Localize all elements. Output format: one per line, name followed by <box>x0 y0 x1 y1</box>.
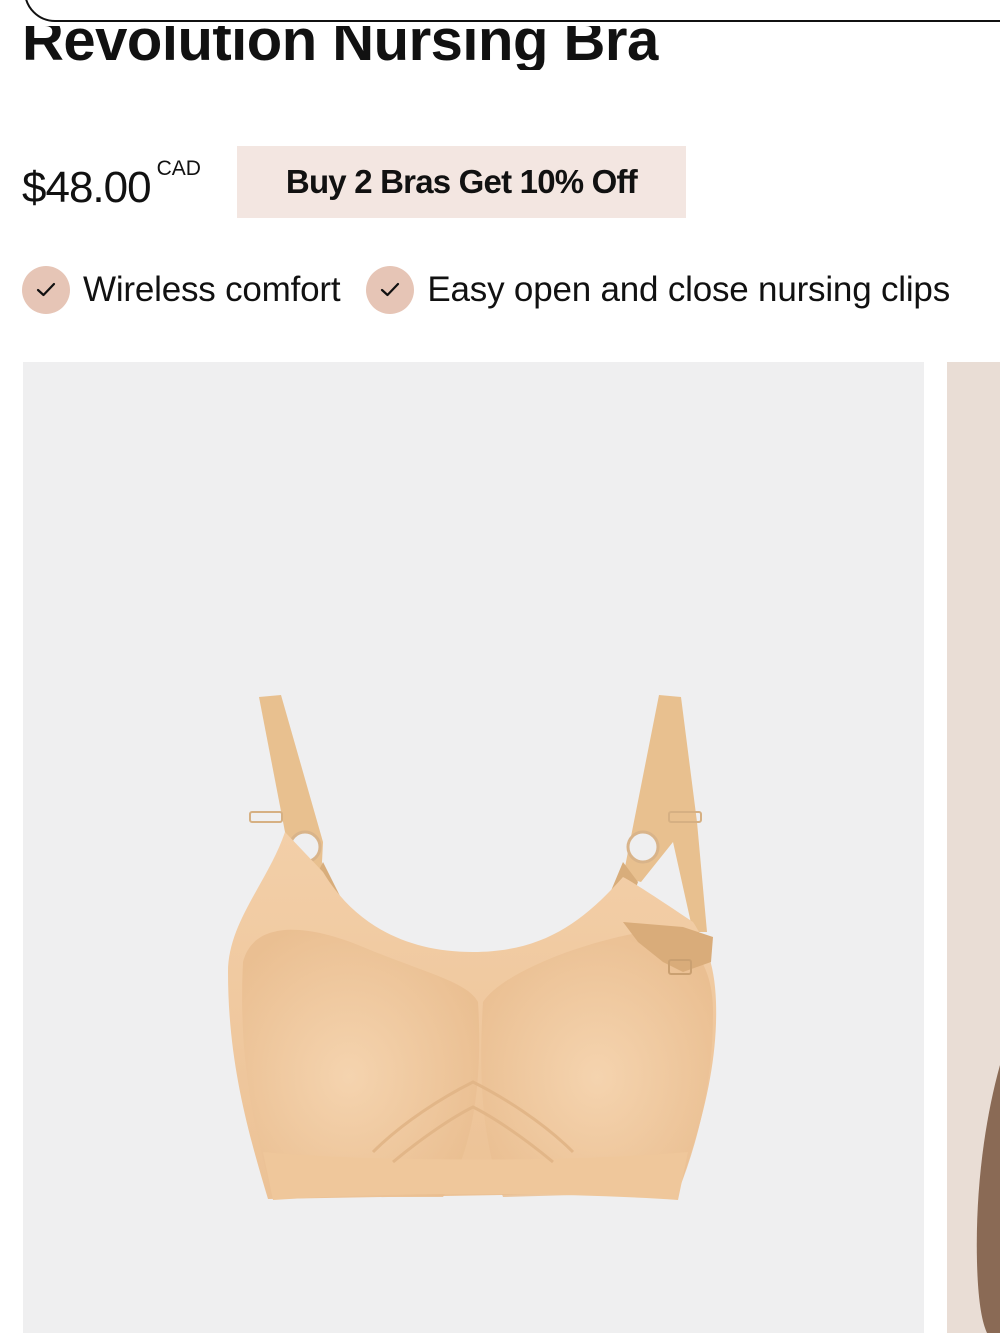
feature-label: Easy open and close nursing clips <box>427 270 950 309</box>
promo-badge[interactable]: Buy 2 Bras Get 10% Off <box>236 146 686 218</box>
product-price: $48.00 <box>22 163 152 212</box>
product-image-main[interactable] <box>23 362 924 1333</box>
promo-label: Buy 2 Bras Get 10% Off <box>285 163 638 200</box>
price-currency: CAD <box>156 157 201 180</box>
price-row: $48.00 CAD Buy 2 Bras Get 10% Off <box>22 146 686 218</box>
model-image-partial <box>976 1065 1000 1333</box>
feature-item: Wireless comfort <box>22 266 341 314</box>
feature-list: Wireless comfort Easy open and close nur… <box>22 266 976 314</box>
bra-product-image <box>228 695 717 1200</box>
product-image-next[interactable] <box>947 362 1000 1333</box>
check-icon <box>22 266 70 314</box>
feature-label: Wireless comfort <box>83 270 341 309</box>
check-icon <box>366 266 415 314</box>
product-page: Revolution Nursing Bra $48.00 CAD Buy 2 … <box>0 0 1000 1333</box>
search-field-partial[interactable] <box>24 0 1000 22</box>
feature-item: Easy open and close nursing clips <box>366 266 950 314</box>
